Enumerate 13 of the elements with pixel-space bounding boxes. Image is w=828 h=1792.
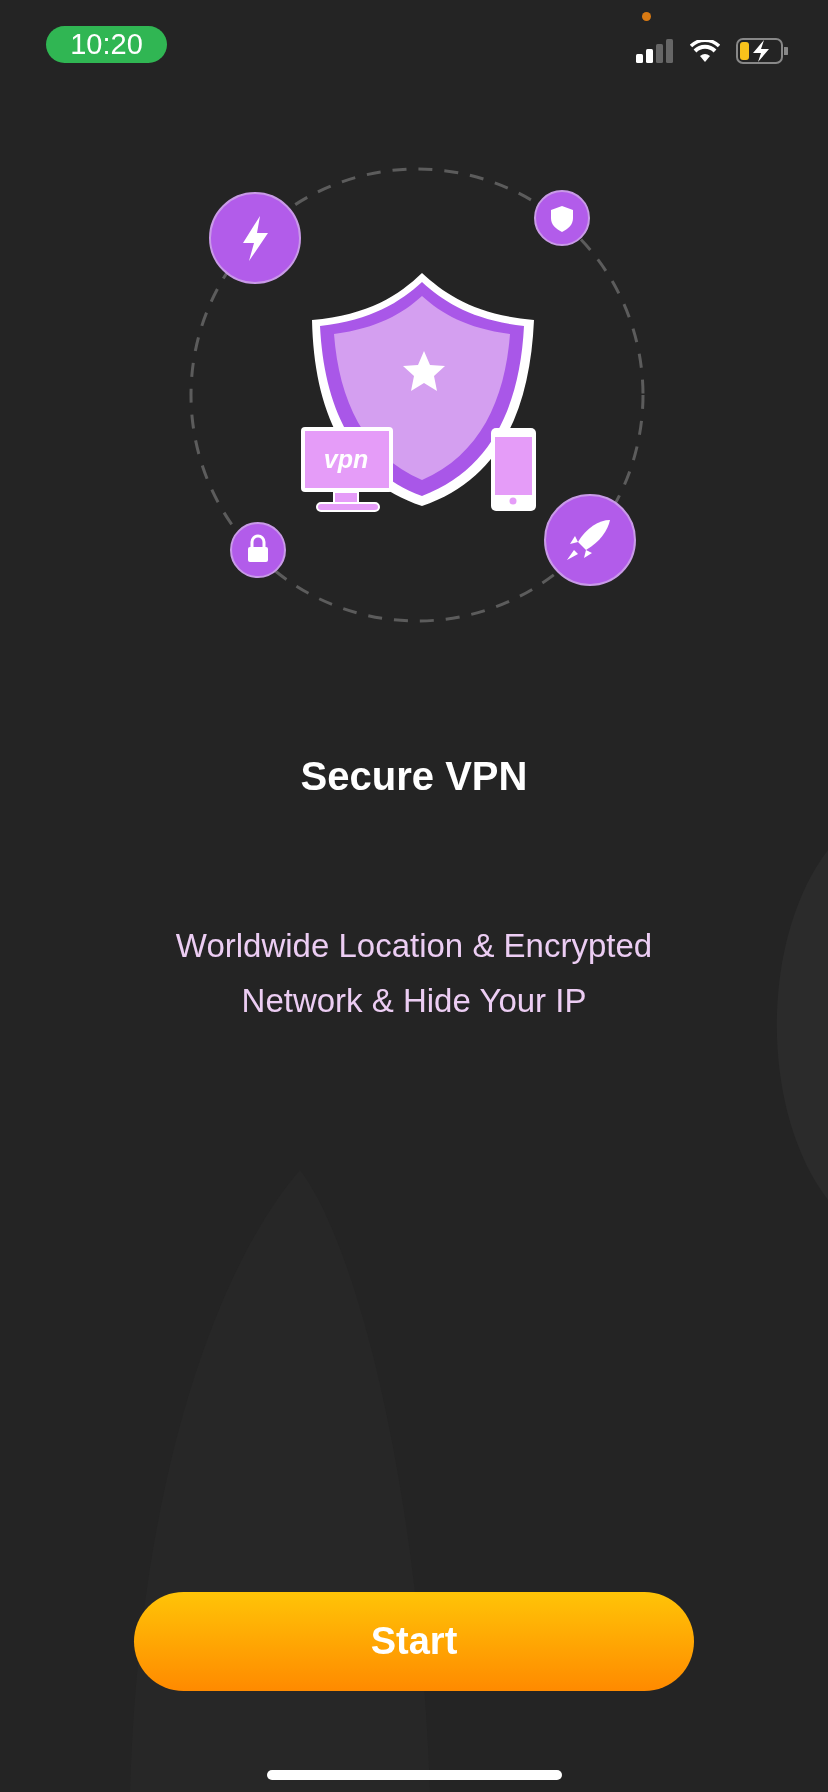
shield-icon: [534, 190, 590, 246]
lock-icon: [230, 522, 286, 578]
status-time: 10:20: [46, 26, 167, 63]
start-button[interactable]: Start: [134, 1592, 694, 1691]
app-title: Secure VPN: [300, 753, 528, 800]
monitor-label: vpn: [323, 445, 369, 473]
battery-icon: [736, 38, 788, 64]
rocket-icon: [544, 494, 636, 586]
signal-icon: [636, 39, 674, 63]
status-dot-icon: [642, 12, 651, 21]
wifi-icon: [690, 40, 720, 62]
tagline: Worldwide Location & Encrypted Network & Hide Your IP: [174, 926, 654, 1021]
lightning-icon: [209, 192, 301, 284]
